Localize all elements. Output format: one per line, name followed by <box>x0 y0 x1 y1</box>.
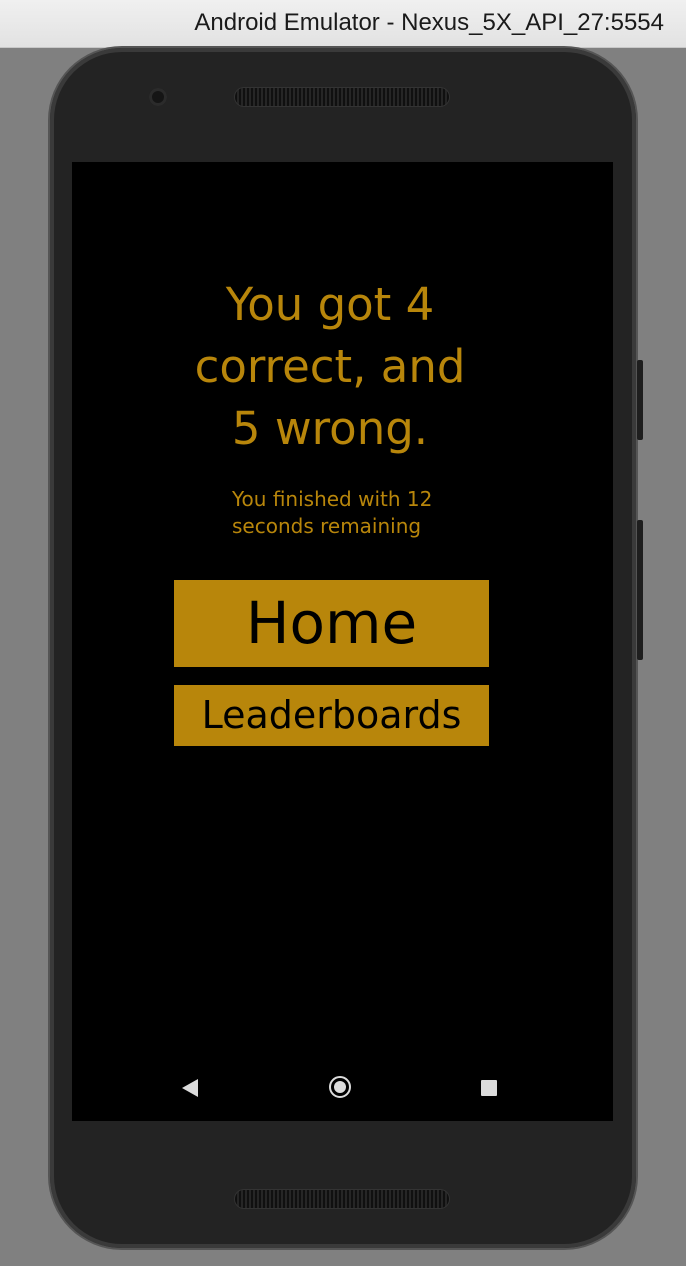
app-screen: You got 4 correct, and 5 wrong. You fini… <box>72 162 613 1121</box>
window-title: Android Emulator - Nexus_5X_API_27:5554 <box>194 9 664 36</box>
recents-square-icon[interactable] <box>481 1080 497 1096</box>
home-circle-icon[interactable] <box>329 1076 351 1098</box>
window-titlebar: Android Emulator - Nexus_5X_API_27:5554 <box>0 0 686 48</box>
time-remaining-text: You finished with 12 seconds remaining <box>232 487 433 538</box>
home-button[interactable]: Home <box>174 580 489 667</box>
back-triangle-icon[interactable] <box>182 1079 198 1097</box>
result-heading: You got 4 correct, and 5 wrong. <box>194 278 466 455</box>
leaderboards-button[interactable]: Leaderboards <box>174 685 489 746</box>
bottom-speaker-grille <box>235 1190 449 1208</box>
top-speaker-grille <box>235 88 449 106</box>
front-camera-icon <box>149 88 167 106</box>
volume-button[interactable] <box>637 360 643 440</box>
power-button[interactable] <box>637 520 643 660</box>
